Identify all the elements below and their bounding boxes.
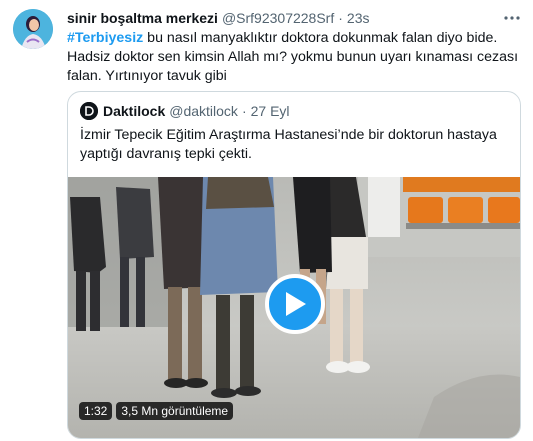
avatar-image bbox=[13, 9, 53, 49]
quoted-tweet-text: İzmir Tepecik Eğitim Araştırma Hastanesi… bbox=[80, 127, 497, 162]
play-button[interactable] bbox=[265, 274, 325, 334]
avatar[interactable] bbox=[13, 9, 53, 49]
quoted-tweet-header: Daktilock @daktilock · 27 Eyl bbox=[80, 102, 290, 120]
separator-dot: · bbox=[338, 10, 343, 26]
video-views: 3,5 Mn görüntüleme bbox=[116, 402, 234, 420]
video-info: 1:32 3,5 Mn görüntüleme bbox=[79, 402, 234, 420]
daktilock-logo-icon bbox=[80, 102, 98, 120]
quoted-date: 27 Eyl bbox=[250, 103, 290, 119]
more-dots-icon[interactable] bbox=[503, 9, 521, 30]
tweet-time[interactable]: 23s bbox=[347, 10, 370, 26]
hashtag-link[interactable]: #Terbiyesiz bbox=[67, 30, 143, 46]
play-icon bbox=[286, 292, 306, 316]
tweet-header: sinir boşaltma merkezi @Srf92307228Srf ·… bbox=[67, 9, 369, 27]
quoted-author-name: Daktilock bbox=[103, 103, 166, 119]
quoted-tweet[interactable]: Daktilock @daktilock · 27 Eyl İzmir Tepe… bbox=[67, 91, 521, 439]
quoted-avatar bbox=[80, 102, 98, 120]
video-duration: 1:32 bbox=[79, 402, 113, 420]
author-name[interactable]: sinir boşaltma merkezi bbox=[67, 10, 218, 26]
author-handle[interactable]: @Srf92307228Srf bbox=[222, 10, 334, 26]
quoted-separator-dot: · bbox=[241, 103, 247, 119]
tweet-text: #Terbiyesiz bu nasıl manyaklıktır doktor… bbox=[67, 29, 522, 86]
tweet[interactable]: sinir boşaltma merkezi @Srf92307228Srf ·… bbox=[0, 0, 533, 441]
video-player[interactable]: 1:32 3,5 Mn görüntüleme bbox=[68, 177, 520, 438]
quoted-author-handle: @daktilock bbox=[169, 103, 238, 119]
